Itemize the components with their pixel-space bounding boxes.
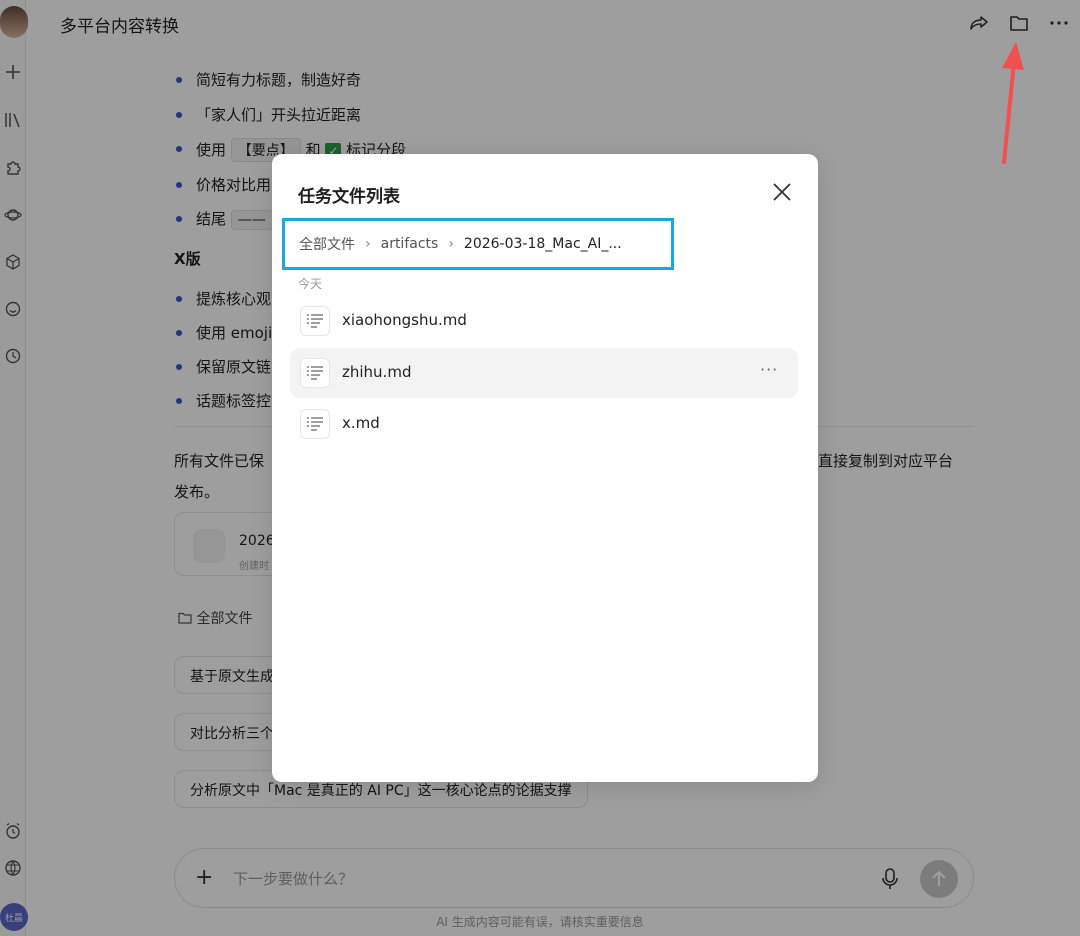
chevron-right-icon: ›: [448, 236, 454, 252]
date-group-label: 今天: [298, 277, 323, 291]
annotation-arrow-icon: [1002, 42, 1024, 164]
chevron-right-icon: ›: [365, 236, 371, 252]
breadcrumb-item-all-files[interactable]: 全部文件: [299, 234, 355, 254]
task-files-dialog: 任务文件列表 全部文件 › artifacts › 2026-03-18_Mac…: [272, 154, 818, 782]
file-name: zhihu.md: [342, 363, 412, 381]
file-name: xiaohongshu.md: [342, 311, 467, 329]
close-icon[interactable]: [770, 180, 794, 204]
file-row-x[interactable]: x.md: [290, 399, 798, 449]
breadcrumb: 全部文件 › artifacts › 2026-03-18_Mac_AI_...: [282, 218, 674, 270]
file-name: x.md: [342, 414, 380, 432]
breadcrumb-item-current[interactable]: 2026-03-18_Mac_AI_...: [464, 236, 622, 252]
more-options-icon[interactable]: ···: [760, 360, 778, 379]
document-icon: [300, 358, 330, 388]
app-window: 杜晨 多平台内容转换 简短有力标题，制造好奇 「家人们」开头拉近距离 使用 【要…: [0, 0, 1080, 936]
document-icon: [300, 306, 330, 336]
breadcrumb-item-artifacts[interactable]: artifacts: [381, 236, 439, 252]
document-icon: [300, 409, 330, 439]
file-row-zhihu[interactable]: zhihu.md ···: [290, 348, 798, 398]
file-row-xiaohongshu[interactable]: xiaohongshu.md: [290, 296, 798, 346]
dialog-title: 任务文件列表: [298, 187, 400, 207]
